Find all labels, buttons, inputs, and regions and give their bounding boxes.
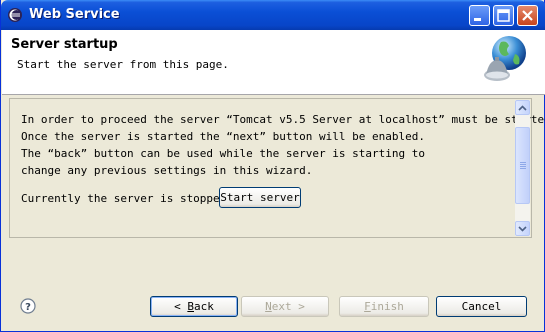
message-line: change any previous settings in this wiz… <box>21 164 313 177</box>
window-title: Web Service <box>29 7 120 22</box>
minimize-button[interactable] <box>469 5 490 26</box>
vertical-scrollbar[interactable] <box>515 100 530 236</box>
next-button[interactable]: Next > <box>241 296 329 317</box>
maximize-icon <box>497 9 510 22</box>
chevron-up-icon <box>518 104 527 111</box>
chevron-down-icon <box>518 225 527 232</box>
wizard-window: Web Service Server startup Start the ser… <box>0 0 545 332</box>
start-server-label: Start server <box>220 191 300 204</box>
start-server-button[interactable]: Start server <box>219 187 301 208</box>
maximize-button[interactable] <box>493 5 514 26</box>
back-button[interactable]: < Back <box>150 296 238 317</box>
scroll-down-button[interactable] <box>515 221 530 236</box>
eclipse-icon <box>8 8 22 22</box>
svg-text:?: ? <box>25 302 31 313</box>
help-icon[interactable]: ? <box>20 298 36 314</box>
next-button-label: Next > <box>265 300 305 313</box>
web-service-globe-icon <box>484 36 526 81</box>
cancel-button-label: Cancel <box>461 300 502 313</box>
scroll-up-button[interactable] <box>515 100 530 115</box>
wizard-header: Server startup Start the server from thi… <box>2 30 545 95</box>
content-panel: In order to proceed the server “Tomcat v… <box>9 98 545 238</box>
page-title: Server startup <box>11 37 118 52</box>
message-line: The “back” button can be used while the … <box>21 147 425 160</box>
finish-button-label: Finish <box>364 300 404 313</box>
message-line: In order to proceed the server “Tomcat v… <box>21 113 545 126</box>
page-description: Start the server from this page. <box>17 58 229 71</box>
cancel-button[interactable]: Cancel <box>436 296 527 317</box>
close-icon <box>522 10 533 21</box>
title-bar[interactable]: Web Service <box>1 0 545 30</box>
server-status-text: Currently the server is stopped. <box>21 192 233 205</box>
message-line: Once the server is started the “next” bu… <box>21 130 425 143</box>
close-button[interactable] <box>517 5 538 26</box>
finish-button[interactable]: Finish <box>339 296 429 317</box>
scroll-thumb[interactable] <box>515 127 530 204</box>
minimize-icon <box>474 18 481 21</box>
back-button-label: < Back <box>174 300 214 313</box>
